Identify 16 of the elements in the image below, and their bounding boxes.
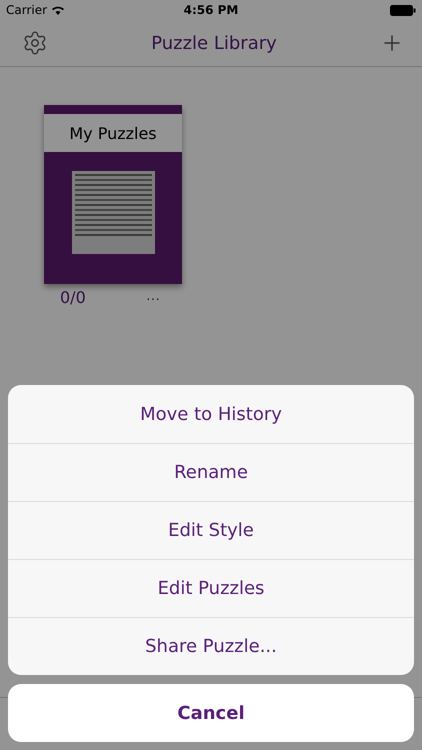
nav-title: Puzzle Library [151, 32, 277, 54]
status-time: 4:56 PM [182, 3, 240, 17]
puzzle-count: 0/0 [60, 288, 86, 307]
action-item[interactable]: Move to History [8, 385, 414, 443]
battery-icon [390, 4, 416, 16]
cancel-button[interactable]: Cancel [8, 684, 414, 742]
more-button[interactable]: ··· [146, 288, 160, 307]
action-item[interactable]: Share Puzzle... [8, 617, 414, 675]
wifi-icon [51, 5, 66, 15]
action-item[interactable]: Edit Style [8, 501, 414, 559]
book-cover[interactable]: My Puzzles [44, 105, 182, 284]
carrier-label: Carrier [6, 3, 48, 17]
settings-icon[interactable] [22, 30, 48, 56]
action-item[interactable]: Rename [8, 443, 414, 501]
book-title: My Puzzles [44, 114, 182, 152]
action-item[interactable]: Edit Puzzles [8, 559, 414, 617]
